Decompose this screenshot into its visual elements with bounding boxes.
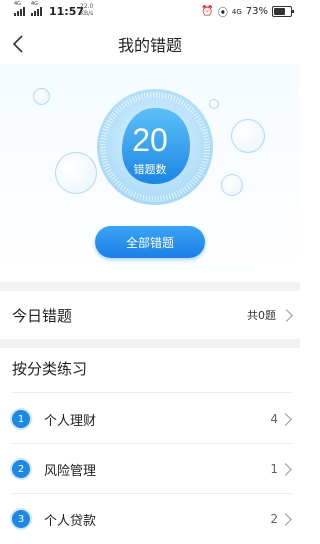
status-bar: 4G 4G 11:57 22.0 KB/s ⏰ ⦿ 4G 73% (0, 0, 300, 24)
category-count: 2 (270, 512, 278, 526)
nav-header: 我的错题 (0, 24, 300, 64)
divider (0, 282, 300, 291)
category-section-title: 按分类练习 (12, 360, 88, 378)
decor-bubble (55, 152, 97, 194)
category-name: 个人贷款 (44, 513, 97, 529)
chevron-right-icon (279, 512, 292, 526)
battery-icon (272, 6, 294, 17)
today-errors-row[interactable]: 今日错题 共0题 (0, 291, 300, 339)
category-number-badge: 1 (12, 410, 30, 428)
signal-icon-2: 4G (31, 1, 42, 16)
network-type: 4G (231, 7, 242, 16)
category-item-personal-loans[interactable]: 3 个人贷款 2 (0, 494, 300, 544)
status-time: 11:57 (49, 5, 85, 18)
summary-panel: 20 错题数 全部错题 (0, 64, 300, 282)
category-name: 个人理财 (44, 413, 97, 429)
chevron-right-icon (279, 412, 292, 426)
decor-bubble (231, 119, 265, 153)
category-number-badge: 3 (12, 510, 30, 528)
category-item-risk-management[interactable]: 2 风险管理 1 (0, 444, 300, 494)
category-number-badge: 2 (12, 460, 30, 478)
category-count: 1 (270, 462, 278, 476)
divider (0, 339, 300, 348)
error-count: 20 (132, 122, 168, 158)
category-name: 风险管理 (44, 463, 97, 479)
chevron-right-icon (280, 308, 293, 322)
divider (12, 392, 292, 393)
today-errors-label: 今日错题 (12, 306, 73, 325)
today-errors-count: 共0题 (247, 309, 276, 322)
chevron-right-icon (279, 462, 292, 476)
alarm-icon: ⏰ (201, 6, 214, 17)
battery-percent: 73% (245, 6, 268, 17)
decor-bubble (33, 88, 50, 105)
signal-icon: 4G (14, 1, 25, 16)
all-errors-button[interactable]: 全部错题 (95, 226, 205, 258)
network-speed: 22.0 KB/s (80, 3, 94, 17)
page-title: 我的错题 (117, 36, 182, 55)
category-item-personal-finance[interactable]: 1 个人理财 4 (0, 394, 300, 444)
error-count-label: 错题数 (133, 163, 167, 176)
category-count: 4 (270, 412, 278, 426)
decor-bubble (221, 174, 243, 196)
back-arrow-icon[interactable] (8, 32, 32, 56)
wifi-icon: ⦿ (217, 8, 228, 19)
